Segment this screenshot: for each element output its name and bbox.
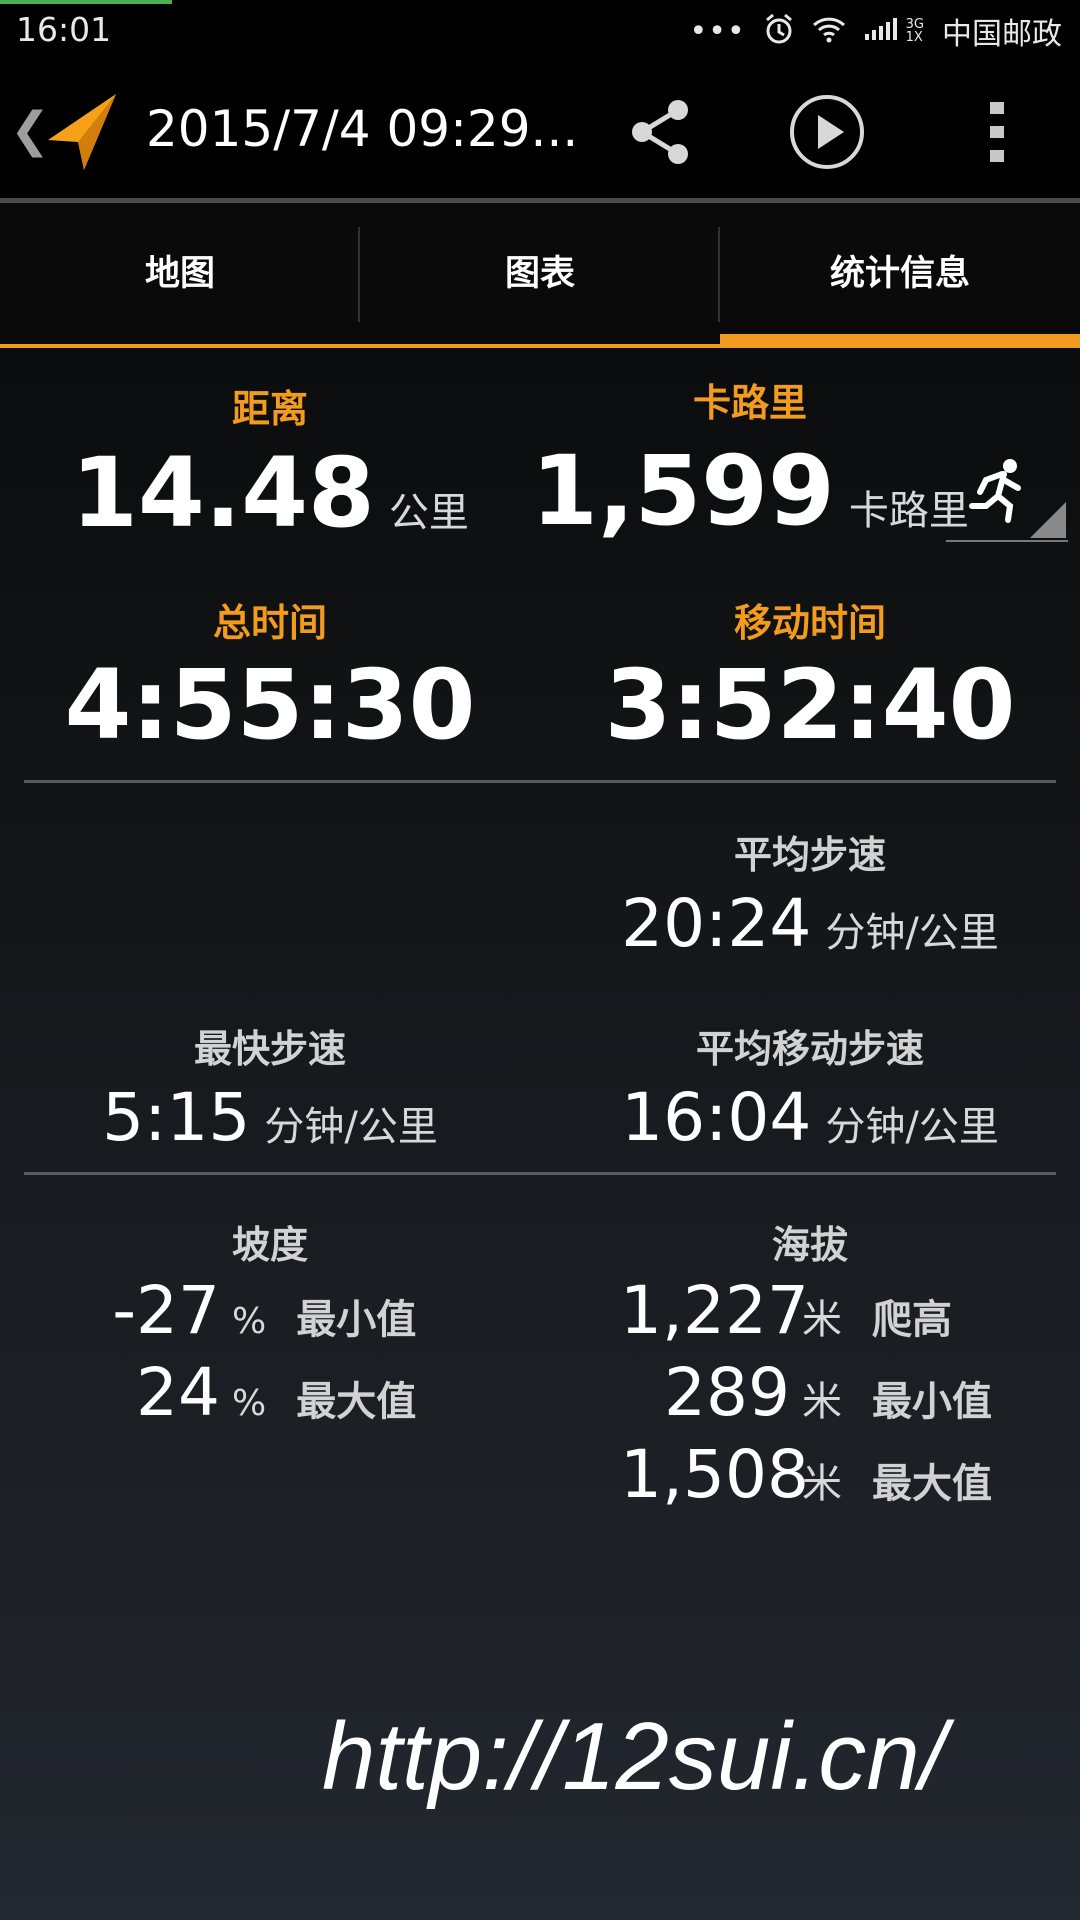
elevation-row-max: 1,508 米 最大值: [620, 1436, 992, 1518]
distance-label: 距离: [231, 387, 308, 431]
action-bar: ❮ 2015/7/4 09:29...: [0, 62, 1080, 198]
tab-label: 图表: [504, 254, 575, 294]
play-button[interactable]: [787, 92, 867, 172]
calories-value: 1,599: [531, 435, 835, 547]
elevation-row-min: 289 米 最小值: [620, 1354, 992, 1436]
elevation-min-value: 289: [664, 1354, 790, 1431]
fastest-pace-stat: 最快步速 5:15 分钟/公里: [40, 1018, 500, 1156]
elevation-climb-unit: 米: [802, 1297, 842, 1343]
avg-moving-pace-value: 16:04: [621, 1079, 812, 1156]
tab-chart[interactable]: 图表: [360, 203, 720, 348]
grade-label: 坡度: [231, 1223, 308, 1267]
total-time-value: 4:55:30: [64, 649, 476, 761]
track-title: 2015/7/4 09:29...: [146, 100, 579, 158]
activity-type-selector[interactable]: [946, 450, 1068, 542]
moving-time-stat: 移动时间 3:52:40: [580, 592, 1040, 761]
tab-map[interactable]: 地图: [0, 203, 360, 348]
elevation-climb-label: 爬高: [872, 1297, 952, 1343]
grade-stat: 坡度: [40, 1214, 500, 1269]
elevation-label: 海拔: [771, 1223, 848, 1267]
grade-max-unit: %: [232, 1383, 267, 1424]
share-button[interactable]: [620, 92, 700, 172]
elevation-row-climb: 1,227 米 爬高: [620, 1272, 992, 1354]
elevation-max-unit: 米: [802, 1461, 842, 1507]
status-progress-indicator: [0, 0, 172, 4]
overflow-menu-button[interactable]: [957, 92, 1037, 172]
grade-min-unit: %: [232, 1301, 267, 1342]
elevation-rows: 1,227 米 爬高 289 米 最小值 1,508 米 最大值: [620, 1272, 992, 1518]
tab-bar: 地图 图表 统计信息: [0, 203, 1080, 348]
status-bar: 16:01 ••• 3G 1X 中国邮政: [0, 0, 1080, 62]
running-icon: [969, 459, 1021, 523]
avg-moving-pace-label: 平均移动步速: [695, 1027, 924, 1071]
elevation-max-value: 1,508: [620, 1436, 809, 1513]
elevation-max-label: 最大值: [872, 1461, 992, 1507]
grade-min-label: 最小值: [296, 1297, 417, 1343]
fastest-pace-label: 最快步速: [193, 1027, 346, 1071]
elevation-stat: 海拔: [580, 1214, 1040, 1269]
calories-stat: 卡路里 1,599 卡路里: [530, 372, 970, 547]
tab-underline-active: [720, 334, 1080, 348]
status-icons: ••• 3G 1X 中国邮政: [690, 8, 1062, 54]
elevation-min-unit: 米: [802, 1379, 842, 1425]
distance-unit: 公里: [388, 490, 469, 536]
total-time-label: 总时间: [212, 601, 327, 645]
tab-statistics[interactable]: 统计信息: [720, 203, 1080, 348]
calories-label: 卡路里: [692, 381, 807, 425]
elevation-climb-value: 1,227: [620, 1272, 809, 1349]
avg-moving-pace-unit: 分钟/公里: [825, 1104, 999, 1150]
network-type: 3G 1X: [906, 18, 924, 44]
screen: 16:01 ••• 3G 1X 中国邮政 ❮ 2015/7/4 09:29...…: [0, 0, 1080, 1920]
carrier-name: 中国邮政: [942, 17, 1062, 52]
network-type-bottom: 1X: [905, 30, 923, 45]
fastest-pace-unit: 分钟/公里: [264, 1104, 438, 1150]
share-icon: [632, 100, 688, 164]
grade-min-value: -27: [112, 1272, 220, 1349]
divider: [24, 1172, 1056, 1175]
avg-pace-stat: 平均步速 20:24 分钟/公里: [560, 824, 1060, 962]
elevation-min-label: 最小值: [872, 1379, 992, 1425]
moving-time-value: 3:52:40: [604, 649, 1016, 761]
avg-pace-unit: 分钟/公里: [825, 910, 999, 956]
total-time-stat: 总时间 4:55:30: [40, 592, 500, 761]
avg-pace-value: 20:24: [621, 885, 812, 962]
status-time: 16:01: [16, 10, 112, 49]
dropdown-corner-icon: [1030, 502, 1066, 538]
grade-rows: -27 % 最小值 24 % 最大值: [110, 1272, 416, 1436]
avg-moving-pace-stat: 平均移动步速 16:04 分钟/公里: [560, 1018, 1060, 1156]
distance-value: 14.48: [71, 437, 375, 549]
divider: [24, 780, 1056, 783]
signal-icon: [864, 16, 900, 46]
moving-time-label: 移动时间: [733, 601, 886, 645]
tab-label: 统计信息: [829, 254, 970, 294]
grade-max-value: 24: [136, 1354, 220, 1431]
more-notifications-icon: •••: [689, 13, 746, 49]
wifi-icon: [812, 15, 846, 47]
avg-pace-label: 平均步速: [733, 833, 886, 877]
fastest-pace-value: 5:15: [102, 1079, 251, 1156]
more-vert-icon: [990, 102, 1004, 162]
statistics-panel: 距离 14.48 公里 卡路里 1,599 卡路里 总时间 4:55:30 移动…: [0, 348, 1080, 1920]
grade-row-min: -27 % 最小值: [110, 1272, 416, 1354]
watermark-url: http://12sui.cn/: [322, 1703, 947, 1810]
tab-label: 地图: [144, 254, 215, 294]
distance-stat: 距离 14.48 公里: [40, 378, 500, 549]
grade-max-label: 最大值: [296, 1379, 417, 1425]
grade-row-max: 24 % 最大值: [110, 1354, 416, 1436]
alarm-icon: [764, 13, 794, 49]
app-logo-navigation-icon[interactable]: [44, 90, 120, 178]
play-icon: [790, 95, 864, 169]
